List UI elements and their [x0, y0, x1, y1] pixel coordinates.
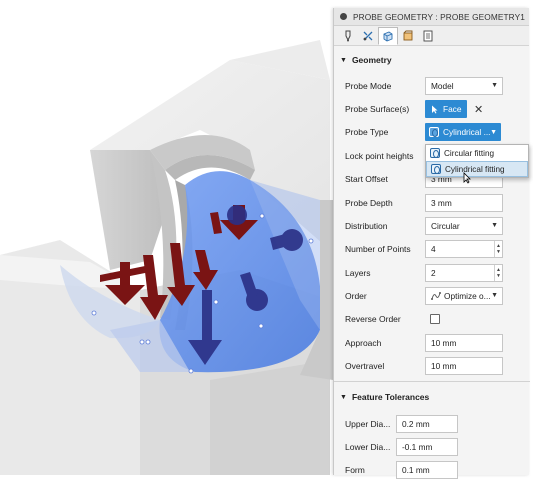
number-of-points-label: Number of Points: [345, 244, 411, 254]
reverse-order-checkbox[interactable]: [430, 314, 440, 324]
probe-type-dropdown-list: Circular fitting Cylindrical fitting: [425, 144, 529, 178]
form-value: 0.1 mm: [402, 465, 430, 475]
tab-notes[interactable]: [418, 27, 438, 45]
tab-geometry[interactable]: [378, 26, 398, 45]
probe-surfaces-label: Probe Surface(s): [345, 104, 410, 114]
form-row: Form 0.1 mm: [334, 460, 530, 480]
approach-value: 10 mm: [431, 338, 457, 348]
panel-titlebar[interactable]: PROBE GEOMETRY : PROBE GEOMETRY1: [334, 8, 529, 26]
order-label: Order: [345, 291, 367, 301]
lower-dia-value: -0.1 mm: [402, 442, 433, 452]
geometry-section-header[interactable]: ▼ Geometry: [334, 50, 529, 70]
probe-depth-input[interactable]: 3 mm: [425, 194, 503, 212]
probe-mode-select[interactable]: Model ▼: [425, 77, 503, 95]
number-of-points-stepper[interactable]: 4 ▲ ▼: [425, 240, 503, 258]
order-select[interactable]: Optimize o... ▼: [425, 287, 503, 305]
upper-dia-label: Upper Dia...: [345, 419, 391, 429]
spin-buttons[interactable]: ▲ ▼: [494, 265, 502, 281]
order-row: Order Optimize o... ▼: [334, 286, 530, 306]
probe-icon: [345, 30, 351, 41]
overtravel-label: Overtravel: [345, 361, 385, 371]
option-circular-fitting[interactable]: Circular fitting: [426, 145, 528, 161]
cylindrical-fitting-icon: [429, 127, 439, 137]
tab-probe[interactable]: [338, 27, 358, 45]
layers-label: Layers: [345, 268, 371, 278]
face-selection-button[interactable]: Face: [425, 100, 467, 118]
number-of-points-value: 4: [431, 244, 436, 254]
layers-row: Layers 2 ▲ ▼: [334, 263, 530, 283]
circular-fitting-icon: [430, 148, 440, 158]
chevron-down-icon: ▼: [490, 128, 497, 136]
geometry-icon: [383, 30, 393, 42]
approach-input[interactable]: 10 mm: [425, 334, 503, 352]
overtravel-row: Overtravel 10 mm: [334, 356, 530, 376]
probe-geometry-panel: PROBE GEOMETRY : PROBE GEOMETRY1 ▼ Geome…: [333, 8, 530, 479]
distribution-select[interactable]: Circular ▼: [425, 217, 503, 235]
form-input[interactable]: 0.1 mm: [396, 461, 458, 479]
probe-depth-label: Probe Depth: [345, 198, 393, 208]
tab-tool[interactable]: [398, 27, 418, 45]
option-circular-fitting-label: Circular fitting: [444, 148, 495, 158]
spin-down-icon[interactable]: ▼: [496, 273, 501, 279]
layers-stepper[interactable]: 2 ▲ ▼: [425, 264, 503, 282]
reverse-order-label: Reverse Order: [345, 314, 401, 324]
form-label: Form: [345, 465, 365, 475]
upper-dia-value: 0.2 mm: [402, 419, 430, 429]
lock-point-heights-label: Lock point heights: [345, 151, 414, 161]
feature-tolerances-title: Feature Tolerances: [351, 392, 430, 402]
distribution-value: Circular: [431, 221, 460, 231]
probe-mode-value: Model: [431, 81, 454, 91]
probe-mode-row: Probe Mode Model ▼: [334, 76, 530, 96]
overtravel-value: 10 mm: [431, 361, 457, 371]
lower-dia-row: Lower Dia... -0.1 mm: [334, 437, 530, 457]
probe-surfaces-row: Probe Surface(s) Face ✕: [334, 99, 530, 119]
number-of-points-row: Number of Points 4 ▲ ▼: [334, 239, 530, 259]
cursor-pointer-icon: [463, 172, 471, 184]
overtravel-input[interactable]: 10 mm: [425, 357, 503, 375]
lower-dia-input[interactable]: -0.1 mm: [396, 438, 458, 456]
approach-label: Approach: [345, 338, 382, 348]
tool-icon: [403, 30, 413, 40]
face-button-label: Face: [443, 104, 462, 114]
probe-mode-label: Probe Mode: [345, 81, 392, 91]
distribution-label: Distribution: [345, 221, 388, 231]
probe-type-value: Cylindrical ...: [443, 127, 491, 137]
spin-down-icon[interactable]: ▼: [496, 249, 501, 255]
start-offset-label: Start Offset: [345, 174, 388, 184]
probe-depth-row: Probe Depth 3 mm: [334, 193, 530, 213]
approach-row: Approach 10 mm: [334, 333, 530, 353]
distribution-row: Distribution Circular ▼: [334, 216, 530, 236]
section-divider: [334, 381, 530, 382]
option-cylindrical-fitting[interactable]: Cylindrical fitting: [426, 161, 528, 177]
select-arrow-icon: [432, 105, 438, 113]
layers-value: 2: [431, 268, 436, 278]
probe-type-select[interactable]: Cylindrical ... ▼: [425, 123, 501, 141]
notes-icon: [423, 30, 433, 41]
chevron-down-icon: ▼: [491, 222, 498, 229]
probe-type-row: Probe Type Cylindrical ... ▼: [334, 122, 530, 142]
order-value: Optimize o...: [444, 291, 491, 301]
settings-icon: [363, 31, 373, 40]
spin-buttons[interactable]: ▲ ▼: [494, 241, 502, 257]
feature-tolerances-section-header[interactable]: ▼ Feature Tolerances: [334, 387, 429, 407]
lower-dia-label: Lower Dia...: [345, 442, 391, 452]
upper-dia-input[interactable]: 0.2 mm: [396, 415, 458, 433]
chevron-down-icon: ▼: [491, 292, 498, 299]
panel-tab-bar: [334, 26, 529, 46]
geometry-section-title: Geometry: [351, 55, 392, 65]
clear-selection-icon[interactable]: ✕: [474, 103, 483, 116]
panel-status-icon: [340, 13, 347, 20]
collapse-triangle-icon: ▼: [340, 393, 347, 401]
panel-title: PROBE GEOMETRY : PROBE GEOMETRY1: [353, 11, 525, 22]
collapse-triangle-icon: ▼: [340, 56, 347, 64]
probe-depth-value: 3 mm: [431, 198, 452, 208]
option-cylindrical-fitting-label: Cylindrical fitting: [445, 164, 505, 174]
tab-settings[interactable]: [358, 27, 378, 45]
chevron-down-icon: ▼: [491, 82, 498, 89]
cylindrical-fitting-icon: [431, 164, 441, 174]
reverse-order-row: Reverse Order: [334, 309, 530, 329]
upper-dia-row: Upper Dia... 0.2 mm: [334, 414, 530, 434]
path-order-icon: [431, 292, 441, 300]
probe-type-label: Probe Type: [345, 127, 389, 137]
